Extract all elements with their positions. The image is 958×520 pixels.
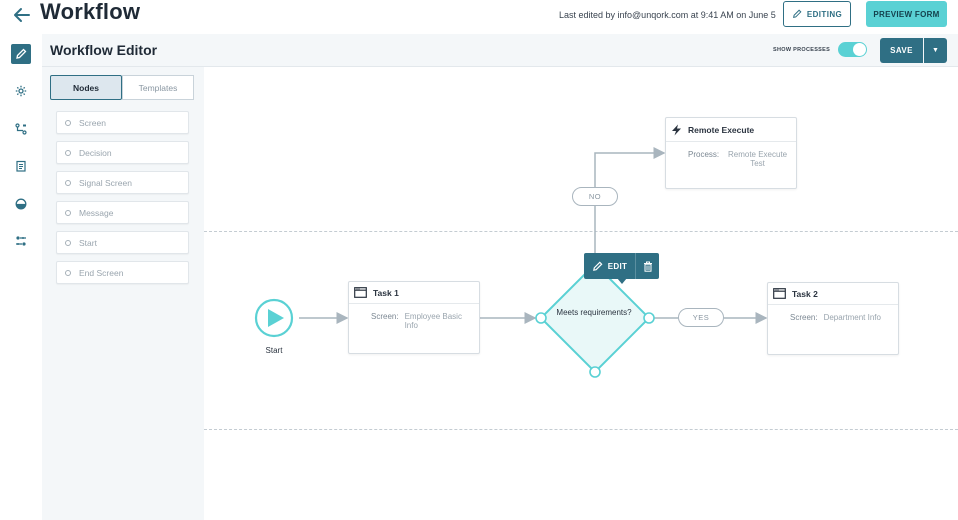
panel-tabs: Nodes Templates (50, 75, 194, 100)
palette-icon (15, 198, 27, 210)
show-processes-toggle[interactable] (838, 42, 867, 57)
node-dot-icon (65, 209, 71, 216)
back-arrow-icon[interactable] (12, 5, 32, 25)
task2-value: Department Info (823, 313, 881, 322)
app-title: Workflow (40, 0, 141, 24)
palette-item-signal-screen[interactable]: Signal Screen (56, 171, 189, 194)
palette-item-label: Message (79, 207, 114, 218)
decision-port-bottom[interactable] (589, 366, 601, 378)
left-icon-rail (0, 34, 42, 520)
editing-label: EDITING (806, 9, 843, 19)
task2-title: Task 2 (792, 288, 818, 299)
trash-icon (643, 261, 652, 272)
rail-item-submissions[interactable] (11, 156, 31, 176)
remote-execute-value: Remote Execute Test (727, 150, 788, 168)
screen-icon (773, 288, 786, 299)
decision-port-left[interactable] (535, 312, 547, 324)
node-dot-icon (65, 119, 71, 126)
rail-item-styles[interactable] (11, 194, 31, 214)
node-dot-icon (65, 269, 71, 276)
node-edit-toolbar: EDIT (584, 253, 659, 279)
workflow-canvas[interactable]: Start Task 1 Screen: Employee Basic Info… (204, 67, 958, 520)
decision-node[interactable] (539, 262, 651, 374)
task2-node[interactable]: Task 2 Screen: Department Info (767, 282, 899, 355)
node-dot-icon (65, 239, 71, 246)
screen-icon (354, 287, 367, 298)
palette-item-message[interactable]: Message (56, 201, 189, 224)
toggle-knob (853, 43, 866, 56)
delete-node-button[interactable] (635, 253, 659, 279)
remote-execute-title: Remote Execute (688, 124, 755, 135)
rail-item-controls[interactable] (11, 231, 31, 251)
yes-path-label[interactable]: YES (678, 308, 724, 327)
pencil-icon (16, 48, 27, 59)
remote-execute-header: Remote Execute (666, 118, 796, 142)
task1-header: Task 1 (349, 282, 479, 304)
task1-value: Employee Basic Info (404, 312, 462, 330)
last-edited-text: Last edited by info@unqork.com at 9:41 A… (559, 10, 776, 20)
decision-port-right[interactable] (643, 312, 655, 324)
edit-label: EDIT (607, 261, 628, 271)
task1-node[interactable]: Task 1 Screen: Employee Basic Info (348, 281, 480, 354)
palette-item-start[interactable]: Start (56, 231, 189, 254)
task1-body: Screen: Employee Basic Info (349, 304, 479, 330)
editing-button[interactable]: EDITING (783, 1, 851, 27)
palette-item-label: Decision (79, 147, 112, 158)
save-dropdown-button[interactable]: ▼ (924, 38, 947, 63)
palette-item-label: Signal Screen (79, 177, 132, 188)
task2-header: Task 2 (768, 283, 898, 305)
connector-no-remote[interactable] (594, 147, 666, 187)
remote-execute-key: Process: (688, 150, 720, 159)
save-button[interactable]: SAVE (880, 38, 923, 63)
task1-key: Screen: (371, 312, 399, 321)
editor-title: Workflow Editor (50, 42, 158, 58)
task1-title: Task 1 (373, 287, 399, 298)
pencil-icon (792, 9, 802, 18)
remote-execute-body: Process: Remote Execute Test (666, 142, 796, 168)
edit-node-button[interactable]: EDIT (584, 253, 635, 279)
editor-header: Workflow Editor SHOW PROCESSES SAVE ▼ (42, 34, 958, 67)
start-node-label: Start (265, 346, 283, 355)
palette-item-screen[interactable]: Screen (56, 111, 189, 134)
lightning-icon (672, 124, 681, 135)
task2-body: Screen: Department Info (768, 305, 898, 322)
node-dot-icon (65, 179, 71, 186)
node-palette-panel: Nodes Templates Screen Decision Signal S… (42, 67, 204, 520)
top-bar: Workflow Last edited by info@unqork.com … (0, 0, 958, 34)
decision-label: Meets requirements? (556, 308, 632, 317)
palette-item-label: End Screen (79, 267, 124, 278)
clipboard-icon (16, 160, 26, 172)
flow-icon (15, 123, 27, 135)
palette-item-label: Screen (79, 117, 106, 128)
rail-item-editor[interactable] (11, 44, 31, 64)
pencil-icon (592, 261, 603, 271)
edit-toolbar-caret (617, 278, 627, 284)
palette-item-end-screen[interactable]: End Screen (56, 261, 189, 284)
no-path-label[interactable]: NO (572, 187, 618, 206)
rail-item-settings[interactable] (11, 81, 31, 101)
gear-icon (15, 85, 27, 97)
task2-key: Screen: (790, 313, 818, 322)
tab-templates[interactable]: Templates (122, 75, 194, 100)
tab-nodes[interactable]: Nodes (50, 75, 122, 100)
show-processes-label: SHOW PROCESSES (773, 47, 831, 53)
palette-item-label: Start (79, 237, 97, 248)
rail-item-workflow[interactable] (11, 119, 31, 139)
preview-form-button[interactable]: PREVIEW FORM (866, 1, 947, 27)
sliders-icon (16, 236, 26, 246)
remote-execute-node[interactable]: Remote Execute Process: Remote Execute T… (665, 117, 797, 189)
palette-item-decision[interactable]: Decision (56, 141, 189, 164)
node-dot-icon (65, 149, 71, 156)
